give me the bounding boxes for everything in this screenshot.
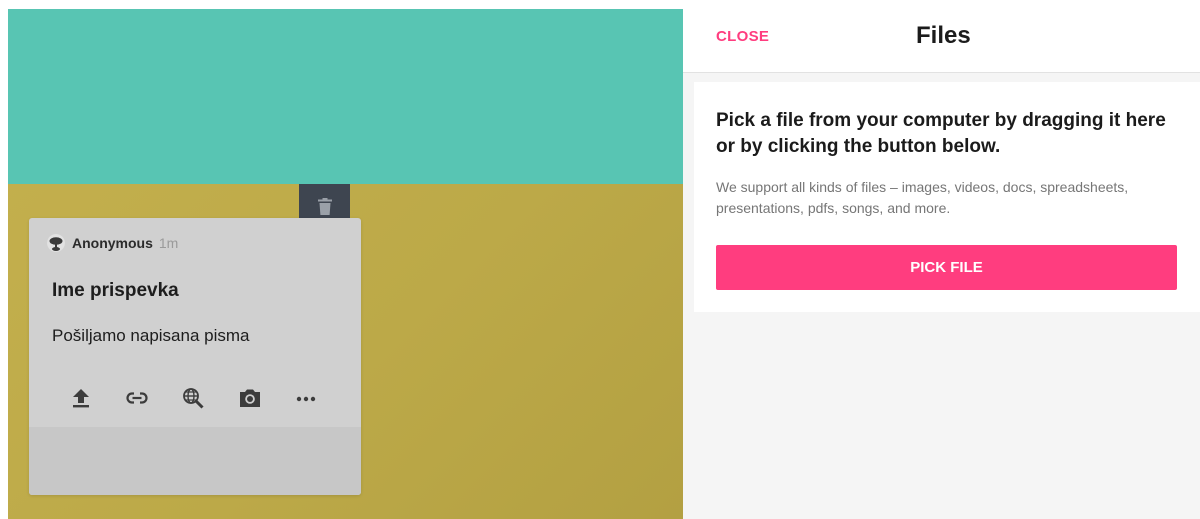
pick-file-button[interactable]: PICK FILE xyxy=(716,245,1177,290)
post-card[interactable]: Anonymous 1m Ime prispevka Pošiljamo nap… xyxy=(29,218,361,495)
post-author-row: Anonymous 1m xyxy=(47,234,178,252)
card-footer xyxy=(29,427,361,495)
post-time: 1m xyxy=(158,235,179,251)
post-title[interactable]: Ime prispevka xyxy=(52,280,179,302)
picker-heading: Pick a file from your computer by draggi… xyxy=(716,110,1166,157)
trash-icon xyxy=(317,198,332,215)
board-header-area xyxy=(8,9,683,184)
link-icon xyxy=(126,392,148,404)
anonymous-avatar-icon xyxy=(47,234,65,252)
post-body[interactable]: Pošiljamo napisana pisma xyxy=(52,326,250,346)
post-author: Anonymous xyxy=(72,235,153,251)
picker-description: We support all kinds of files – images, … xyxy=(716,179,1129,216)
link-button[interactable] xyxy=(123,384,151,412)
camera-button[interactable] xyxy=(236,384,264,412)
panel-header: CLOSE Files xyxy=(683,0,1200,73)
upload-button[interactable] xyxy=(67,384,95,412)
padlet-board: Anonymous 1m Ime prispevka Pošiljamo nap… xyxy=(8,9,683,519)
close-button[interactable]: CLOSE xyxy=(716,28,769,45)
upload-icon xyxy=(73,389,89,408)
web-search-button[interactable] xyxy=(179,384,207,412)
avatar xyxy=(47,234,65,252)
more-button[interactable] xyxy=(292,384,320,412)
files-panel: CLOSE Files Pick a file from your comput… xyxy=(683,0,1200,519)
more-icon xyxy=(296,396,316,402)
camera-icon xyxy=(240,389,260,407)
panel-title: Files xyxy=(916,22,971,49)
web-search-icon xyxy=(183,388,204,409)
file-drop-zone[interactable]: Pick a file from your computer by draggi… xyxy=(694,82,1200,312)
